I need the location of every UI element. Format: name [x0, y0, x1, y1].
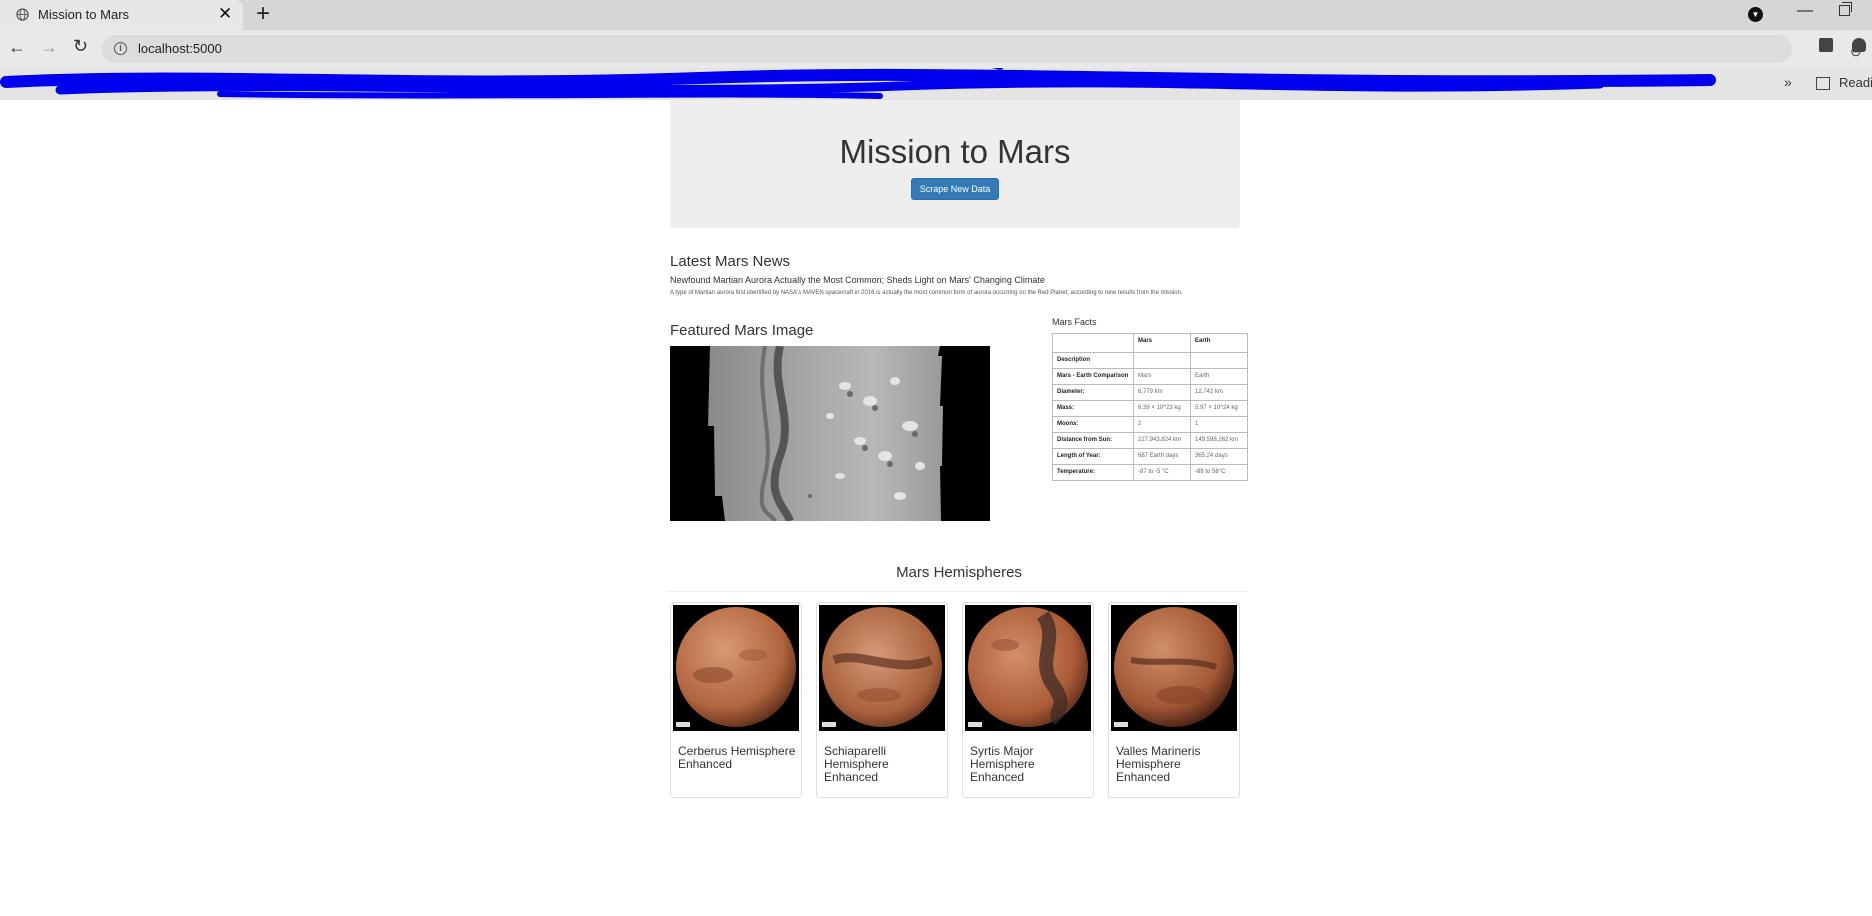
hemisphere-title[interactable]: Valles Marineris Hemisphere Enhanced [1116, 745, 1234, 784]
jumbotron: Mission to Mars Scrape New Data [670, 100, 1240, 228]
table-header-row: Mars Earth [1052, 333, 1248, 353]
more-bookmarks-icon[interactable]: » [1784, 74, 1792, 90]
hemisphere-title[interactable]: Syrtis Major Hemisphere Enhanced [970, 745, 1088, 784]
close-tab-icon[interactable]: ✕ [218, 4, 232, 24]
earth-value: 1 [1190, 416, 1248, 433]
new-tab-icon[interactable]: + [256, 2, 270, 26]
featured-mars-image [670, 346, 990, 521]
table-header-cell: Earth [1190, 333, 1248, 353]
mars-value [1133, 352, 1191, 369]
table-row: Mars - Earth Comparison Mars Earth [1052, 368, 1248, 385]
reading-list-icon[interactable] [1816, 77, 1830, 90]
mars-value: 2 [1133, 416, 1191, 433]
account-icon[interactable] [1852, 38, 1866, 52]
earth-value: Earth [1190, 368, 1248, 385]
browser-tab[interactable]: Mission to Mars ✕ [0, 0, 243, 30]
table-row: Description [1052, 352, 1248, 369]
latest-news-heading: Latest Mars News [670, 253, 791, 270]
table-row: Mass: 6.39 × 10^23 kg 5.97 × 10^24 kg [1052, 400, 1248, 417]
divider [666, 591, 1248, 592]
mars-value: 6,779 km [1133, 384, 1191, 401]
earth-value: 149,598,262 km [1190, 432, 1248, 449]
hemisphere-title[interactable]: Cerberus Hemisphere Enhanced [678, 745, 796, 771]
reload-icon[interactable]: ↻ [73, 36, 88, 57]
row-label: Mars - Earth Comparison [1052, 368, 1134, 385]
earth-value [1190, 352, 1248, 369]
reading-list-label[interactable]: Readin [1839, 75, 1872, 90]
hemisphere-thumbnail[interactable] [673, 605, 799, 731]
earth-value: 5.97 × 10^24 kg [1190, 400, 1248, 417]
hemispheres-heading: Mars Hemispheres [896, 564, 1022, 581]
mars-value: Mars [1133, 368, 1191, 385]
news-title: Newfound Martian Aurora Actually the Mos… [670, 275, 1045, 285]
table-row: Diameter: 6,779 km 12,742 km [1052, 384, 1248, 401]
table-header-cell: Mars [1133, 333, 1191, 353]
forward-arrow-icon[interactable]: → [40, 37, 58, 58]
hemisphere-thumbnail[interactable] [965, 605, 1091, 731]
row-label: Distance from Sun: [1052, 432, 1134, 449]
hemisphere-card[interactable]: Valles Marineris Hemisphere Enhanced [1108, 602, 1240, 798]
row-label: Temperature: [1052, 464, 1134, 481]
scrape-new-data-button[interactable]: Scrape New Data [910, 178, 1000, 200]
row-label: Length of Year: [1052, 448, 1134, 465]
row-label: Mass: [1052, 400, 1134, 417]
featured-image-heading: Featured Mars Image [670, 322, 814, 339]
extensions-icon[interactable] [1819, 38, 1833, 52]
browser-toolbar: ← → ↻ i localhost:5000 ⊖ ☆ [0, 30, 1872, 68]
back-arrow-icon[interactable]: ← [8, 37, 26, 58]
page-title: Mission to Mars [839, 133, 1071, 170]
mars-facts-table: Mars Earth Description Mars - Earth Comp… [1052, 333, 1248, 481]
hemisphere-thumbnail[interactable] [819, 605, 945, 731]
hemisphere-thumbnail[interactable] [1111, 605, 1237, 731]
browser-tabstrip: Mission to Mars ✕ + ▼ — [0, 0, 1872, 30]
news-teaser: A type of Martian aurora first identifie… [670, 290, 1183, 296]
earth-value: -88 to 58°C [1190, 464, 1248, 481]
hemisphere-card[interactable]: Schiaparelli Hemisphere Enhanced [816, 602, 948, 798]
site-info-icon[interactable]: i [114, 42, 127, 55]
row-label: Description [1052, 352, 1134, 369]
hemisphere-title[interactable]: Schiaparelli Hemisphere Enhanced [824, 745, 942, 784]
restore-window-icon[interactable] [1839, 2, 1852, 16]
table-row: Length of Year: 687 Earth days 365.24 da… [1052, 448, 1248, 465]
address-bar[interactable]: i localhost:5000 ⊖ ☆ [102, 35, 1862, 63]
mars-value: 687 Earth days [1133, 448, 1191, 465]
table-row: Temperature: -87 to -5 °C -88 to 58°C [1052, 464, 1248, 481]
globe-icon [16, 8, 29, 21]
bookmarks-bar: » Readin [0, 68, 1872, 100]
hemisphere-card[interactable]: Syrtis Major Hemisphere Enhanced [962, 602, 1094, 798]
mars-value: -87 to -5 °C [1133, 464, 1191, 481]
mars-value: 227,943,824 km [1133, 432, 1191, 449]
redaction-scribble [0, 68, 1716, 99]
earth-value: 12,742 km [1190, 384, 1248, 401]
hemisphere-card[interactable]: Cerberus Hemisphere Enhanced [670, 602, 802, 798]
mars-facts-heading: Mars Facts [1052, 317, 1097, 327]
tab-title: Mission to Mars [38, 7, 130, 22]
table-header-cell [1052, 333, 1134, 353]
row-label: Moons: [1052, 416, 1134, 433]
row-label: Diameter: [1052, 384, 1134, 401]
mars-value: 6.39 × 10^23 kg [1133, 400, 1191, 417]
tab-search-icon[interactable]: ▼ [1748, 7, 1763, 22]
earth-value: 365.24 days [1190, 448, 1248, 465]
url-text[interactable]: localhost:5000 [138, 41, 222, 56]
minimize-icon[interactable]: — [1797, 2, 1813, 20]
table-row: Distance from Sun: 227,943,824 km 149,59… [1052, 432, 1248, 449]
table-row: Moons: 2 1 [1052, 416, 1248, 433]
